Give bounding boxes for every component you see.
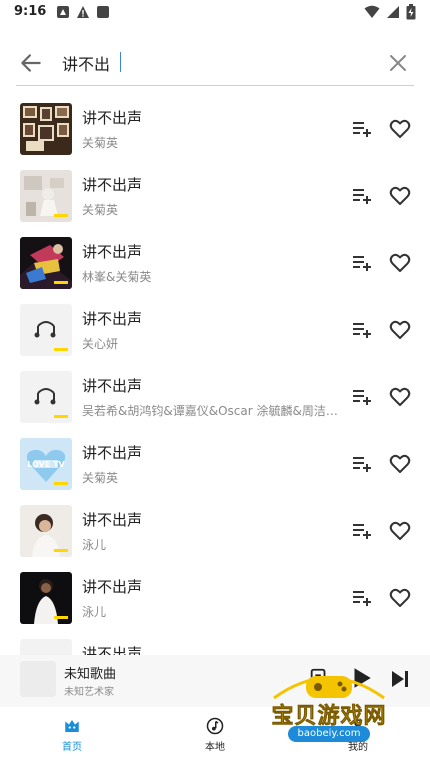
wifi-icon: [364, 5, 380, 18]
song-title: 讲不出声: [82, 176, 143, 194]
heart-icon[interactable]: [388, 586, 412, 610]
heart-icon[interactable]: [388, 385, 412, 409]
svg-text:LOVE TV: LOVE TV: [27, 460, 65, 469]
song-title: 讲不出声: [82, 444, 143, 462]
heart-icon[interactable]: [388, 519, 412, 543]
nav-label-local: 本地: [205, 742, 225, 753]
search-results-list[interactable]: 讲不出声 关菊英 讲不出声 关菊英 讲不出声 林峯&关菊英 讲不出声 关心妍 讲…: [0, 95, 430, 655]
music-placeholder-icon: [20, 371, 72, 423]
heart-icon[interactable]: [388, 452, 412, 476]
back-arrow-icon[interactable]: [18, 50, 44, 76]
song-row[interactable]: 讲不出声 泳儿: [0, 497, 430, 564]
song-title: 讲不出声: [82, 578, 143, 596]
search-input[interactable]: [62, 50, 362, 76]
song-artist: 关菊英: [82, 471, 119, 485]
album-cover-placeholder: [20, 304, 72, 356]
heart-icon[interactable]: [388, 251, 412, 275]
song-row[interactable]: 讲不出声 关菊英: [0, 95, 430, 162]
song-artist: 关菊英: [82, 203, 119, 217]
watermark-url: baobeiy.com: [288, 726, 370, 742]
system-icons: [364, 4, 416, 20]
song-row[interactable]: LOVE TV 讲不出声 关菊英: [0, 430, 430, 497]
song-artist: 关菊英: [82, 136, 119, 150]
mini-player-artist: 未知艺术家: [64, 687, 114, 698]
song-title: 讲不出声: [82, 109, 143, 127]
nav-item-local[interactable]: 本地: [175, 717, 255, 761]
app-square-icon: [97, 6, 109, 18]
song-artist: 关心妍: [82, 337, 119, 351]
heart-icon[interactable]: [388, 318, 412, 342]
song-row[interactable]: 讲不出声 关菊英: [0, 162, 430, 229]
song-title: 讲不出声: [82, 511, 143, 529]
song-row[interactable]: 讲不出声 林峯&关菊英: [0, 229, 430, 296]
music-placeholder-icon: [20, 304, 72, 356]
album-cover-placeholder: [20, 639, 72, 655]
music-note-icon: [206, 717, 224, 735]
text-caret: [120, 52, 121, 72]
song-artist: 吴若希&胡鸿钧&谭嘉仪&Oscar 涂毓麟&周洁琼&…: [82, 404, 340, 418]
battery-icon: [406, 4, 416, 20]
song-title: 讲不出声: [82, 377, 143, 395]
album-cover: LOVE TV: [20, 438, 72, 490]
site-watermark: 宝贝游戏网 baobeiy.com: [254, 664, 404, 756]
clear-icon[interactable]: [386, 51, 410, 75]
song-title: 讲不出声: [82, 645, 143, 655]
song-row[interactable]: 讲不出声 吴若希&胡鸿钧&谭嘉仪&Oscar 涂毓麟&周洁琼&…: [0, 363, 430, 430]
album-cover: [20, 572, 72, 624]
album-cover: [20, 103, 72, 155]
nav-item-home[interactable]: 首页: [32, 717, 112, 761]
album-cover: [20, 170, 72, 222]
song-row[interactable]: 讲不出声: [0, 631, 430, 655]
add-to-playlist-icon[interactable]: [350, 318, 374, 342]
notification-icons: [56, 5, 110, 19]
heart-icon[interactable]: [388, 184, 412, 208]
warning-icon: [77, 6, 89, 18]
mini-player-title: 未知歌曲: [64, 667, 117, 682]
song-artist: 泳儿: [82, 538, 107, 552]
home-icon: [65, 720, 79, 732]
add-to-playlist-icon[interactable]: [350, 117, 374, 141]
mini-player-cover: [20, 661, 56, 697]
album-cover: [20, 505, 72, 557]
song-row[interactable]: 讲不出声 泳儿: [0, 564, 430, 631]
song-title: 讲不出声: [82, 310, 143, 328]
search-bar: [16, 42, 414, 86]
add-to-playlist-icon[interactable]: [350, 184, 374, 208]
add-to-playlist-icon[interactable]: [350, 519, 374, 543]
add-to-playlist-icon[interactable]: [350, 385, 374, 409]
song-title: 讲不出声: [82, 243, 143, 261]
song-row[interactable]: 讲不出声 关心妍: [0, 296, 430, 363]
song-artist: 泳儿: [82, 605, 107, 619]
app-notification-icon: [57, 6, 69, 18]
nav-label-home: 首页: [62, 742, 82, 753]
status-bar: 9:16: [0, 0, 430, 26]
status-time: 9:16: [14, 4, 47, 19]
heart-icon[interactable]: [388, 117, 412, 141]
add-to-playlist-icon[interactable]: [350, 251, 374, 275]
add-to-playlist-icon[interactable]: [350, 586, 374, 610]
album-cover-placeholder: [20, 371, 72, 423]
add-to-playlist-icon[interactable]: [350, 452, 374, 476]
signal-icon: [387, 6, 399, 18]
album-cover: [20, 237, 72, 289]
song-artist: 林峯&关菊英: [82, 270, 152, 284]
